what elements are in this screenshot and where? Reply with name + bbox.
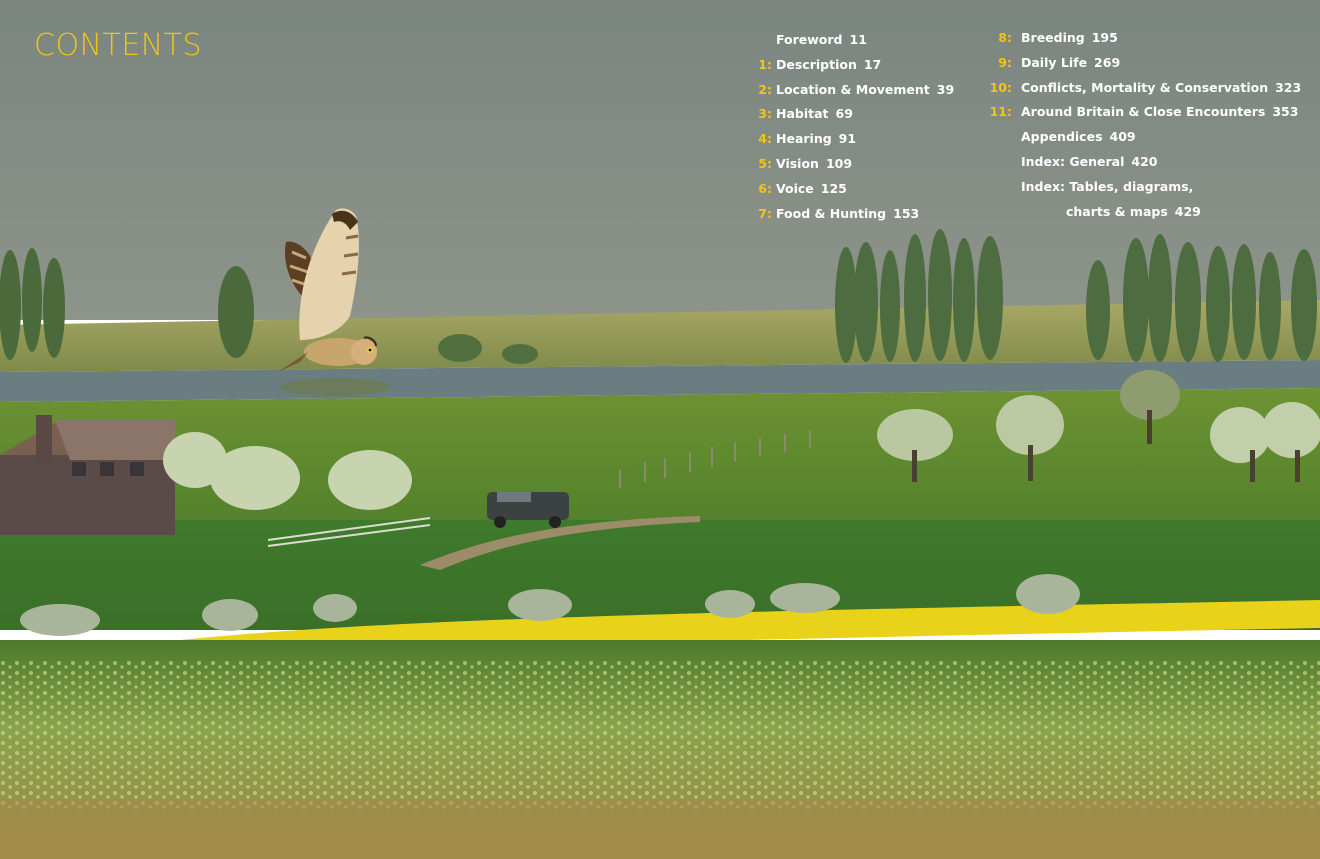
chapter-title: charts & maps	[1066, 203, 1168, 219]
chapter-number: 3:	[758, 106, 772, 122]
toc-entry[interactable]: Index: Tables, diagrams,	[985, 177, 1315, 202]
page-number: 17	[863, 56, 882, 72]
toc-entry[interactable]: 8: Breeding 195	[985, 28, 1315, 53]
chapter-number: 1:	[758, 56, 772, 72]
toc-entry[interactable]: 11: Around Britain & Close Encounters 353	[985, 102, 1315, 127]
contents-page: CONTENTS Foreword 11 1: Description 17 2: …	[0, 0, 1320, 859]
page-number: 269	[1094, 54, 1121, 70]
chapter-number: 9:	[998, 54, 1012, 70]
page-number: 353	[1272, 104, 1299, 120]
chapter-title: Appendices	[1021, 129, 1103, 145]
toc-entry[interactable]: 7: Food & Hunting 153	[745, 204, 975, 229]
page-number: 39	[936, 81, 955, 97]
chapter-title: Index: General	[1021, 153, 1125, 169]
toc-entry[interactable]: 5: Vision 109	[745, 154, 975, 179]
toc-entry[interactable]: 9: Daily Life 269	[985, 53, 1315, 78]
page-number: 91	[838, 131, 857, 147]
chapter-number: 6:	[758, 180, 772, 196]
toc-entry[interactable]: 3: Habitat 69	[745, 104, 975, 129]
chapter-number: 5:	[758, 155, 772, 171]
chapter-title: Hearing	[776, 131, 832, 147]
toc-entry[interactable]: 6: Voice 125	[745, 179, 975, 204]
chapter-title: Foreword	[776, 32, 843, 47]
page-number: 109	[825, 155, 853, 171]
toc-column-left: Foreword 11 1: Description 17 2: Location …	[745, 30, 975, 228]
chapter-number: 8:	[998, 30, 1012, 45]
chapter-title: Location & Movement	[776, 81, 930, 97]
chapter-title: Conflicts, Mortality & Conservation	[1021, 79, 1269, 95]
toc-entry[interactable]: 1: Description 17	[745, 55, 975, 80]
page-number: 153	[893, 205, 920, 221]
page-number: 125	[820, 180, 847, 196]
chapter-title: Daily Life	[1021, 54, 1088, 70]
chapter-title: Habitat	[776, 106, 829, 122]
chapter-number: 11:	[989, 104, 1012, 120]
chapter-number: 4:	[758, 131, 772, 147]
toc-entry[interactable]: 4: Hearing 91	[745, 129, 975, 154]
toc-entry[interactable]: Index: General 420	[985, 152, 1315, 177]
page-number: 409	[1109, 129, 1136, 145]
toc-entry[interactable]: 2: Location & Movement 39	[745, 80, 975, 105]
page-number: 420	[1131, 153, 1158, 169]
chapter-title: Around Britain & Close Encounters	[1021, 104, 1266, 120]
chapter-title: Index: Tables, diagrams,	[1021, 178, 1194, 194]
chapter-number: 2:	[758, 81, 772, 97]
toc-entry[interactable]: Foreword 11	[745, 30, 975, 55]
chapter-number: 7:	[758, 205, 772, 221]
page-number: 195	[1091, 30, 1118, 45]
toc-entry[interactable]: charts & maps 429	[985, 202, 1315, 227]
chapter-title: Vision	[776, 155, 819, 171]
page-number: 323	[1275, 79, 1302, 95]
chapter-number: 10:	[989, 79, 1012, 95]
toc-column-right: 8: Breeding 195 9: Daily Life 269 10: Conf…	[985, 28, 1315, 226]
chapter-title: Breeding	[1021, 30, 1085, 45]
chapter-title: Food & Hunting	[776, 205, 887, 221]
chapter-title: Description	[776, 56, 857, 72]
page-title: CONTENTS	[34, 28, 203, 63]
page-number: 429	[1174, 203, 1201, 219]
page-number: 69	[835, 106, 853, 122]
chapter-title: Voice	[776, 180, 814, 196]
toc-entry[interactable]: Appendices 409	[985, 127, 1315, 152]
page-number: 11	[849, 32, 867, 47]
toc-entry[interactable]: 10: Conflicts, Mortality & Conservation 3…	[985, 78, 1315, 103]
